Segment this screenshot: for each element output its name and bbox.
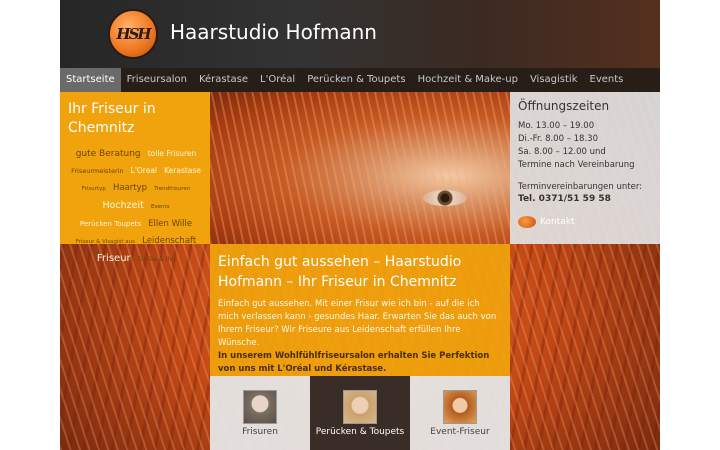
tag-link[interactable]: Haartyp <box>113 182 147 195</box>
nav-item-kerastase[interactable]: Kérastase <box>193 68 254 92</box>
page-margin-right <box>660 0 720 450</box>
tag-link[interactable]: Perücken Toupets <box>80 218 141 231</box>
hero-eye <box>423 190 467 206</box>
nav-item-friseursalon[interactable]: Friseursalon <box>121 68 193 92</box>
hours-line: Di.-Fr. 8.00 – 18.30 <box>518 134 598 144</box>
hours-line: Mo. 13.00 – 19.00 <box>518 121 595 131</box>
main-heading: Einfach gut aussehen – Haarstudio Hofman… <box>218 254 462 290</box>
feature-tiles: Frisuren Perücken & Toupets Event-Friseu… <box>210 376 510 450</box>
tile-label: Event-Friseur <box>430 427 490 437</box>
hours-line: Termine nach Vereinbarung <box>518 160 635 170</box>
site-logo[interactable]: HSH <box>108 9 158 59</box>
tag-link[interactable]: Events <box>151 201 170 214</box>
frisuren-thumbnail <box>243 390 277 424</box>
site-header: HSH Haarstudio Hofmann <box>60 0 660 68</box>
page-container: HSH Haarstudio Hofmann Startseite Friseu… <box>60 0 660 450</box>
phone-number[interactable]: Tel. 0371/51 59 58 <box>518 193 652 206</box>
tag-link[interactable]: Friseur & Visagist aus <box>76 236 135 249</box>
tag-link[interactable]: tolle Frisuren <box>148 147 197 160</box>
nav-item-peruecken-toupets[interactable]: Perücken & Toupets <box>301 68 411 92</box>
peruecken-thumbnail <box>343 390 377 424</box>
tag-link[interactable]: für Sie & Ihn <box>138 253 175 266</box>
contact-label: Kontakt <box>540 217 575 227</box>
main-paragraph: Einfach gut aussehen. Mit einer Frisur w… <box>218 299 497 348</box>
nav-item-events[interactable]: Events <box>584 68 630 92</box>
tag-link[interactable]: gute Beratung <box>76 148 141 161</box>
tag-cloud: gute Beratung tolle Frisuren Friseurmeis… <box>68 144 204 266</box>
hours-line: Sa. 8.00 – 12.00 und <box>518 147 606 157</box>
page-margin-left <box>0 0 60 450</box>
opening-hours-title: Öffnungszeiten <box>518 99 610 113</box>
appointments-label: Terminvereinbarungen unter: <box>518 182 643 192</box>
hero-face-image <box>210 92 510 244</box>
tag-link[interactable]: Friseur <box>97 252 131 265</box>
nav-item-hochzeit-makeup[interactable]: Hochzeit & Make-up <box>412 68 524 92</box>
contact-link[interactable]: Kontakt <box>518 216 652 228</box>
tag-link[interactable]: Frisurtyp <box>82 183 106 196</box>
tag-link[interactable]: Hochzeit <box>102 199 143 212</box>
main-content-panel: Einfach gut aussehen – Haarstudio Hofman… <box>210 244 510 376</box>
nav-item-loreal[interactable]: L'Oréal <box>254 68 301 92</box>
tag-link[interactable]: Leidenschaft <box>142 235 196 248</box>
tag-link[interactable]: L'Oreal <box>131 164 157 177</box>
intro-heading: Ihr Friseur in Chemnitz <box>68 101 156 136</box>
tile-frisuren[interactable]: Frisuren <box>210 376 310 450</box>
tag-link[interactable]: Friseurmeisterin <box>71 165 123 178</box>
event-friseur-thumbnail <box>443 390 477 424</box>
nav-item-visagistik[interactable]: Visagistik <box>524 68 584 92</box>
site-title[interactable]: Haarstudio Hofmann <box>170 20 377 44</box>
tile-label: Perücken & Toupets <box>315 427 405 437</box>
tile-event-friseur[interactable]: Event-Friseur <box>410 376 510 450</box>
tile-label: Frisuren <box>242 427 278 437</box>
opening-hours-panel: Öffnungszeiten Mo. 13.00 – 19.00 Di.-Fr.… <box>510 92 660 244</box>
tag-link[interactable]: Trendfrisuren <box>154 183 190 196</box>
main-nav: Startseite Friseursalon Kérastase L'Oréa… <box>60 68 660 92</box>
intro-panel: Ihr Friseur in Chemnitz gute Beratung to… <box>60 92 210 264</box>
logo-icon <box>518 216 536 228</box>
tile-peruecken-toupets[interactable]: Perücken & Toupets <box>310 376 410 450</box>
main-bold-paragraph: In unserem Wohlfühlfriseursalon erhalten… <box>218 351 490 374</box>
tag-link[interactable]: Ellen Wille <box>148 218 192 231</box>
tag-link[interactable]: Kerastase <box>164 164 201 177</box>
nav-item-startseite[interactable]: Startseite <box>60 68 121 92</box>
